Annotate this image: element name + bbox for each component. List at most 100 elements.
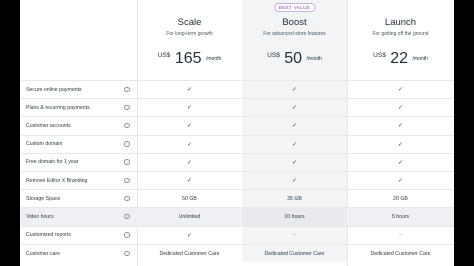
feature-row: Customer care i Dedicated Customer Care Ded… <box>20 243 454 263</box>
info-circle-icon[interactable]: i <box>124 86 130 93</box>
feature-value-cell: ✓ <box>347 79 454 99</box>
feature-table: Secure online payments i ✓ ✓ ✓ Plans & recurr… <box>20 79 454 263</box>
price-currency: US$ <box>373 52 386 59</box>
feature-value-cell: ✓ <box>137 98 242 117</box>
feature-value-cell: Unlimited <box>137 207 242 226</box>
checkmark-icon: ✓ <box>397 87 404 94</box>
checkmark-icon: ✓ <box>397 123 404 130</box>
info-circle-icon[interactable]: i <box>124 195 130 202</box>
info-cell: i <box>117 98 137 117</box>
feature-value-cell: ✓ <box>242 79 347 99</box>
feature-row: Free domain for 1 year i ✓ ✓ ✓ <box>20 152 454 172</box>
feature-value-cell: 20 GB <box>347 189 454 208</box>
feature-label: Customized reports <box>20 225 117 245</box>
plan-subtitle: For long-term growth <box>166 31 213 37</box>
info-cell: i <box>117 207 137 226</box>
checkmark-icon: ✓ <box>186 159 193 166</box>
checkmark-icon: ✓ <box>186 123 193 130</box>
feature-value-cell: ✓ <box>137 170 242 190</box>
plan-subtitle: For getting off the ground <box>372 31 429 37</box>
plan-price: US$ 22 /month <box>347 50 454 68</box>
info-circle-icon[interactable]: i <box>124 232 130 238</box>
plan-subtitle: For advanced store features <box>263 31 326 37</box>
feature-value-cell: Dedicated Customer Care <box>347 243 454 263</box>
feature-value-cell: ✓ <box>347 116 454 136</box>
price-currency: US$ <box>157 52 171 59</box>
feature-value-cell: ✓ <box>347 170 454 190</box>
plan-name: Boost <box>282 17 307 28</box>
feature-value-cell: ✓ <box>242 116 347 136</box>
feature-row: Storage Space i 50 GB 35 GB 20 GB <box>20 189 454 208</box>
dash-icon: – <box>398 232 403 239</box>
plan-header-boost: BEST VALUE Boost For advanced store feat… <box>242 0 347 80</box>
feature-value-cell: 50 GB <box>137 189 242 208</box>
price-amount: 22 <box>390 50 409 67</box>
feature-value-cell: ✓ <box>137 79 242 99</box>
price-currency: US$ <box>267 52 280 59</box>
feature-label: Customer care <box>20 243 117 263</box>
feature-value-cell: ✓ <box>242 134 347 154</box>
checkmark-icon: ✓ <box>291 141 298 148</box>
info-cell: i <box>117 152 137 172</box>
price-period: /month <box>205 56 222 62</box>
checkmark-icon: ✓ <box>397 178 404 185</box>
checkmark-icon: ✓ <box>291 159 298 166</box>
feature-value-cell: ✓ <box>137 134 242 154</box>
feature-value-cell: ✓ <box>137 116 242 136</box>
checkmark-icon: ✓ <box>397 141 404 148</box>
feature-value-cell: Dedicated Customer Care <box>137 243 242 263</box>
feature-row: Customer accounts i ✓ ✓ ✓ <box>20 116 454 136</box>
feature-value-cell: ✓ <box>242 152 347 172</box>
feature-label: Secure online payments <box>20 79 117 99</box>
checkmark-icon: ✓ <box>186 87 193 94</box>
price-period: /month <box>412 56 428 62</box>
plan-header-launch: Launch For getting off the ground US$ 22… <box>347 0 454 80</box>
info-cell: i <box>117 116 137 136</box>
checkmark-icon: ✓ <box>186 232 193 239</box>
info-cell: i <box>117 225 137 245</box>
feature-value-cell: 10 hours <box>242 207 347 226</box>
feature-value-cell: Dedicated Customer Care <box>242 243 347 263</box>
feature-row: Custom domain i ✓ ✓ ✓ <box>20 134 454 154</box>
checkmark-icon: ✓ <box>397 105 404 112</box>
info-cell: i <box>117 79 137 99</box>
price-amount: 50 <box>284 50 303 67</box>
checkmark-icon: ✓ <box>186 178 193 185</box>
checkmark-icon: ✓ <box>291 123 298 130</box>
feature-value-cell: ✓ <box>347 152 454 172</box>
feature-row: Video hours i Unlimited 10 hours 5 hours <box>20 207 454 226</box>
info-circle-icon[interactable]: i <box>124 177 130 184</box>
checkmark-icon: ✓ <box>291 178 298 185</box>
feature-row: Plans & recurring payments i ✓ ✓ ✓ <box>20 98 454 117</box>
feature-label: Customer accounts <box>20 116 117 136</box>
plan-name: Scale <box>177 17 202 28</box>
dash-icon: – <box>292 232 297 239</box>
feature-value-cell: 35 GB <box>242 189 347 208</box>
checkmark-icon: ✓ <box>186 141 193 148</box>
feature-label: Video hours <box>20 207 117 226</box>
info-cell: i <box>117 243 137 263</box>
checkmark-icon: ✓ <box>186 105 193 112</box>
info-circle-icon[interactable]: i <box>124 104 130 111</box>
info-circle-icon[interactable]: i <box>124 213 130 220</box>
checkmark-icon: ✓ <box>397 159 404 166</box>
feature-value-cell: – <box>242 225 347 245</box>
info-circle-icon[interactable]: i <box>124 250 130 257</box>
plan-header-scale: Scale For long-term growth US$ 165 /mont… <box>137 0 242 80</box>
info-cell: i <box>117 170 137 190</box>
feature-value-cell: 5 hours <box>347 207 454 226</box>
checkmark-icon: ✓ <box>291 105 298 112</box>
feature-value-cell: ✓ <box>137 152 242 172</box>
feature-value-cell: ✓ <box>137 225 242 245</box>
feature-value-cell: ✓ <box>242 170 347 190</box>
info-circle-icon[interactable]: i <box>124 159 130 165</box>
info-cell: i <box>117 134 137 154</box>
info-circle-icon[interactable]: i <box>124 122 130 129</box>
feature-value-cell: ✓ <box>347 98 454 117</box>
checkmark-icon: ✓ <box>291 87 298 94</box>
info-circle-icon[interactable]: i <box>124 141 130 147</box>
feature-label: Remove Editor X Branding <box>20 170 117 190</box>
feature-label: Plans & recurring payments <box>20 98 117 117</box>
plan-price: US$ 50 /month <box>242 50 347 68</box>
feature-value-cell: – <box>347 225 454 245</box>
